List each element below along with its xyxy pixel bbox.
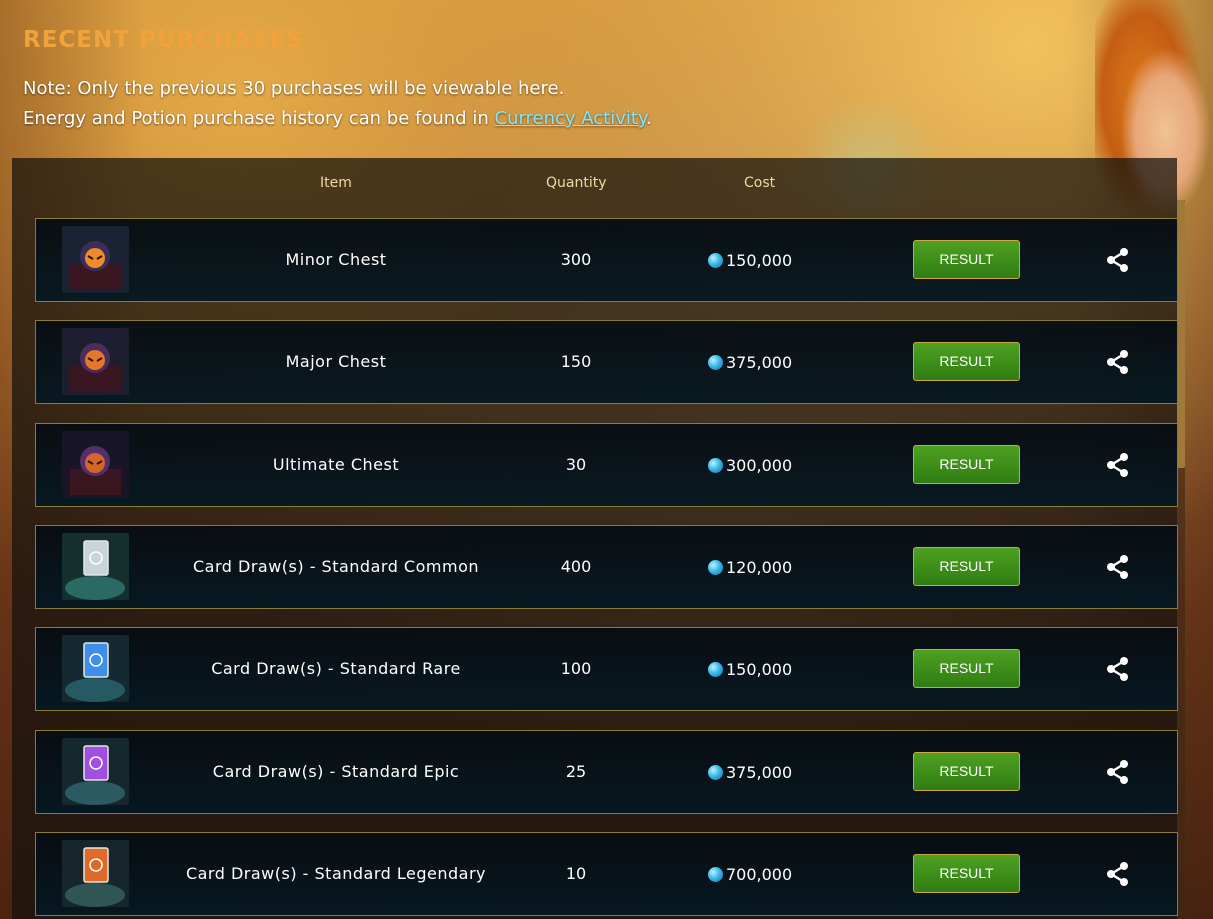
result-button[interactable]: RESULT (913, 240, 1020, 279)
result-button[interactable]: RESULT (913, 342, 1020, 381)
item-cost: 300,000 (708, 454, 848, 478)
ultimate-chest-icon (62, 431, 129, 498)
item-cost-value: 375,000 (726, 353, 793, 372)
column-header-item: Item (320, 175, 352, 191)
item-quantity: 150 (560, 352, 592, 371)
gem-icon (708, 354, 723, 370)
minor-chest-icon (62, 226, 129, 293)
item-cost-value: 700,000 (726, 865, 793, 884)
result-button[interactable]: RESULT (913, 445, 1020, 484)
item-quantity: 25 (565, 762, 587, 781)
note-line-1: Note: Only the previous 30 purchases wil… (23, 78, 565, 99)
item-quantity: 30 (565, 455, 587, 474)
item-quantity: 300 (560, 250, 592, 269)
item-cost: 150,000 (708, 249, 848, 273)
purchase-row: Card Draw(s) - Standard Rare 100 150,000… (35, 627, 1178, 711)
result-button[interactable]: RESULT (913, 547, 1020, 586)
legendary-card-icon (62, 840, 129, 907)
purchase-row: Major Chest 150 375,000 RESULT (35, 320, 1178, 404)
share-icon[interactable] (1104, 758, 1132, 786)
share-icon[interactable] (1104, 860, 1132, 888)
item-cost-value: 375,000 (726, 763, 793, 782)
gem-icon (708, 661, 723, 677)
purchase-note: Note: Only the previous 30 purchases wil… (23, 74, 652, 134)
item-name: Minor Chest (285, 250, 387, 269)
rare-card-icon (62, 635, 129, 702)
item-cost: 375,000 (708, 761, 848, 785)
item-cost: 700,000 (708, 863, 848, 887)
gem-icon (708, 866, 723, 882)
gem-icon (708, 764, 723, 780)
share-icon[interactable] (1104, 451, 1132, 479)
gem-icon (708, 457, 723, 473)
share-icon[interactable] (1104, 553, 1132, 581)
item-cost: 375,000 (708, 351, 848, 375)
note-line-2-suffix: . (646, 108, 652, 129)
page-header: RECENT PURCHASES Note: Only the previous… (23, 26, 652, 134)
result-button[interactable]: RESULT (913, 752, 1020, 791)
gem-icon (708, 252, 723, 268)
result-button[interactable]: RESULT (913, 854, 1020, 893)
result-button[interactable]: RESULT (913, 649, 1020, 688)
scrollbar-thumb[interactable] (1177, 200, 1185, 468)
item-name: Card Draw(s) - Standard Legendary (185, 864, 487, 883)
gem-icon (708, 559, 723, 575)
note-line-2-prefix: Energy and Potion purchase history can b… (23, 108, 495, 129)
item-quantity: 100 (560, 659, 592, 678)
epic-card-icon (62, 738, 129, 805)
column-header-cost: Cost (744, 175, 776, 191)
purchase-row: Card Draw(s) - Standard Common 400 120,0… (35, 525, 1178, 609)
share-icon[interactable] (1104, 655, 1132, 683)
item-name: Card Draw(s) - Standard Common (192, 557, 479, 576)
item-quantity: 400 (560, 557, 592, 576)
purchase-row: Ultimate Chest 30 300,000 RESULT (35, 423, 1178, 507)
common-card-icon (62, 533, 129, 600)
item-cost: 150,000 (708, 658, 848, 682)
item-name: Ultimate Chest (272, 455, 400, 474)
item-name: Major Chest (285, 352, 387, 371)
purchase-row: Card Draw(s) - Standard Legendary 10 700… (35, 832, 1178, 916)
item-quantity: 10 (565, 864, 587, 883)
item-cost-value: 300,000 (726, 456, 793, 475)
purchase-row: Minor Chest 300 150,000 RESULT (35, 218, 1178, 302)
item-name: Card Draw(s) - Standard Rare (211, 659, 461, 678)
item-cost: 120,000 (708, 556, 848, 580)
item-cost-value: 120,000 (726, 558, 793, 577)
note-line-2: Energy and Potion purchase history can b… (23, 104, 652, 134)
item-name: Card Draw(s) - Standard Epic (212, 762, 460, 781)
item-cost-value: 150,000 (726, 251, 793, 270)
major-chest-icon (62, 328, 129, 395)
page-title: RECENT PURCHASES (23, 27, 304, 53)
column-header-quantity: Quantity (546, 175, 607, 191)
currency-activity-link[interactable]: Currency Activity (494, 108, 646, 129)
item-cost-value: 150,000 (726, 660, 793, 679)
share-icon[interactable] (1104, 348, 1132, 376)
purchase-row: Card Draw(s) - Standard Epic 25 375,000 … (35, 730, 1178, 814)
share-icon[interactable] (1104, 246, 1132, 274)
